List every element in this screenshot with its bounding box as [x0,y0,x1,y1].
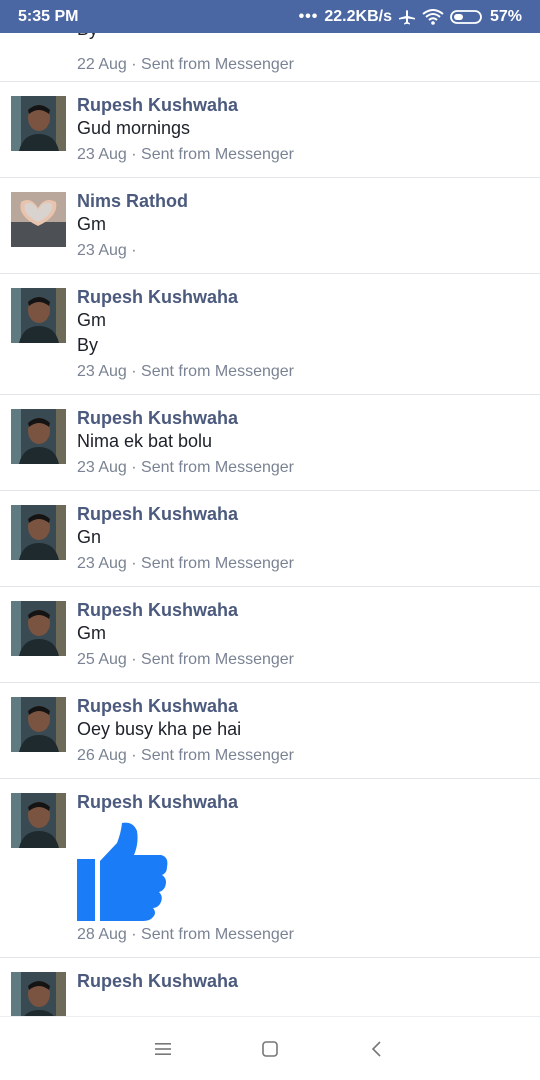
list-item[interactable]: Rupesh Kushwaha Oey busy kha pe hai 26 A… [0,683,540,779]
message-text: Nima ek bat bolu [77,431,213,451]
more-dots-icon: ••• [298,7,319,25]
sender-name[interactable]: Rupesh Kushwaha [77,791,528,813]
sender-name[interactable]: Rupesh Kushwaha [77,970,528,992]
system-nav-bar [0,1016,540,1080]
message-meta: 23 Aug · Sent from Messenger [77,555,294,572]
list-item: By 22 Aug · Sent from Messenger [0,33,540,82]
list-item[interactable]: Rupesh Kushwaha Gud mornings 23 Aug · Se… [0,82,540,178]
battery-percent: 57% [489,7,522,25]
avatar[interactable] [11,793,66,848]
menu-icon[interactable] [148,1034,178,1064]
thumbs-up-icon [77,821,169,921]
status-time: 5:35 PM [18,7,79,25]
message-feed[interactable]: By 22 Aug · Sent from Messenger Rupesh K… [0,33,540,1016]
list-item[interactable]: Rupesh Kushwaha [0,958,540,1016]
sender-name[interactable]: Rupesh Kushwaha [77,695,528,717]
status-indicators: ••• 22.2KB/s 57% [299,8,522,26]
avatar[interactable] [11,288,66,343]
message-text: Gm [77,214,106,234]
list-item[interactable]: Rupesh Kushwaha Gn 23 Aug · Sent from Me… [0,491,540,587]
list-item[interactable]: Rupesh Kushwaha 28 Aug · Sent from Messe… [0,779,540,958]
message-meta: 25 Aug · Sent from Messenger [77,651,294,668]
avatar[interactable] [11,409,66,464]
avatar[interactable] [11,96,66,151]
status-bar: 5:35 PM ••• 22.2KB/s 57% [0,0,540,33]
message-text: By [77,335,99,355]
sender-name[interactable]: Rupesh Kushwaha [77,407,528,429]
message-text: Gn [77,527,102,547]
message-meta: 23 Aug · Sent from Messenger [77,459,294,476]
back-icon[interactable] [362,1034,392,1064]
message-text: Gm [77,310,106,330]
list-item[interactable]: Nims Rathod Gm 23 Aug · [0,178,540,274]
message-meta: 28 Aug · Sent from Messenger [77,926,294,943]
message-text: Oey busy kha pe hai [77,719,242,739]
avatar[interactable] [11,697,66,752]
home-icon[interactable] [255,1034,285,1064]
message-meta: 22 Aug · Sent from Messenger [77,56,294,73]
message-text: Gud mornings [77,118,191,138]
sender-name[interactable]: Rupesh Kushwaha [77,503,528,525]
battery-icon [450,9,484,25]
message-meta: 23 Aug · [77,242,137,259]
message-meta: 26 Aug · Sent from Messenger [77,747,294,764]
list-item[interactable]: Rupesh Kushwaha Gm 25 Aug · Sent from Me… [0,587,540,683]
airplane-icon [398,9,416,25]
message-meta: 23 Aug · Sent from Messenger [77,363,294,380]
list-item[interactable]: Rupesh Kushwaha Nima ek bat bolu 23 Aug … [0,395,540,491]
sender-name[interactable]: Rupesh Kushwaha [77,94,528,116]
avatar[interactable] [11,505,66,560]
wifi-icon [422,8,444,25]
list-item[interactable]: Rupesh Kushwaha Gm By 23 Aug · Sent from… [0,274,540,395]
net-speed: 22.2KB/s [324,7,392,25]
message-text: By [77,33,98,40]
avatar[interactable] [11,192,66,247]
message-meta: 23 Aug · Sent from Messenger [77,146,294,163]
sender-name[interactable]: Rupesh Kushwaha [77,599,528,621]
avatar[interactable] [11,972,66,1016]
avatar[interactable] [11,601,66,656]
sender-name[interactable]: Rupesh Kushwaha [77,286,528,308]
message-text: Gm [77,623,106,643]
sender-name[interactable]: Nims Rathod [77,190,528,212]
